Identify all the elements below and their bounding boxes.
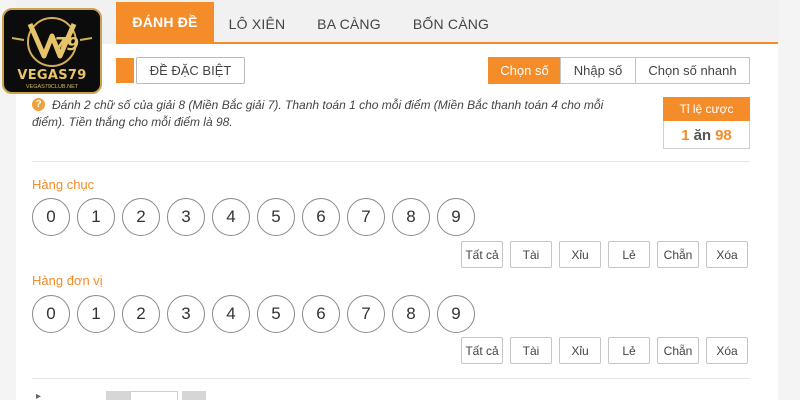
quick-chan-units[interactable]: Chẵn xyxy=(657,337,699,364)
digit-ball-units-9[interactable]: 9 xyxy=(437,295,475,333)
odds-value: 1 ăn 98 xyxy=(664,122,749,149)
digit-ball-tens-7[interactable]: 7 xyxy=(347,198,385,236)
mode-nhap-so[interactable]: Nhập số xyxy=(560,57,636,84)
digit-ball-units-7[interactable]: 7 xyxy=(347,295,385,333)
stepper-increment[interactable] xyxy=(182,391,206,400)
tab-ba-cang[interactable]: BA CÀNG xyxy=(300,6,398,42)
digit-ball-units-4[interactable]: 4 xyxy=(212,295,250,333)
mode-chon-so[interactable]: Chọn số xyxy=(488,57,561,84)
bet-description: Đánh 2 chữ số của giải 8 (Miền Bắc giải … xyxy=(32,98,604,129)
tab-bon-cang[interactable]: BỐN CÀNG xyxy=(398,6,504,42)
quick-xiu-tens[interactable]: Xỉu xyxy=(559,241,601,268)
tab-lo-xien[interactable]: LÔ XIÊN xyxy=(214,6,300,42)
digit-ball-units-6[interactable]: 6 xyxy=(302,295,340,333)
stepper-input[interactable] xyxy=(130,391,178,400)
digit-ball-units-3[interactable]: 3 xyxy=(167,295,205,333)
digit-ball-tens-0[interactable]: 0 xyxy=(32,198,70,236)
digit-ball-tens-6[interactable]: 6 xyxy=(302,198,340,236)
logo-brand-name: VEGAS79 xyxy=(17,68,87,83)
quick-chan-tens[interactable]: Chẵn xyxy=(657,241,699,268)
odds-box: Tỉ lệ cược 1 ăn 98 xyxy=(663,97,750,149)
divider xyxy=(32,161,750,162)
betting-panel: ĐÁNH ĐỀ LÔ XIÊN BA CÀNG BỐN CÀNG ĐỀ ĐẶC … xyxy=(16,0,778,400)
quick-all-tens[interactable]: Tất cả xyxy=(461,241,503,268)
partial-orange-button[interactable] xyxy=(116,58,134,83)
digit-ball-units-1[interactable]: 1 xyxy=(77,295,115,333)
digit-ball-tens-8[interactable]: 8 xyxy=(392,198,430,236)
digit-ball-tens-4[interactable]: 4 xyxy=(212,198,250,236)
odds-title: Tỉ lệ cược xyxy=(663,97,750,121)
quick-le-units[interactable]: Lẻ xyxy=(608,337,650,364)
digit-ball-tens-3[interactable]: 3 xyxy=(167,198,205,236)
quick-clear-units[interactable]: Xóa xyxy=(706,337,748,364)
group-label-hang-don-vi: Hàng đơn vị xyxy=(32,273,103,288)
quick-tai-units[interactable]: Tài xyxy=(510,337,552,364)
logo-site-text: VEGAS79CLUB.NET xyxy=(25,84,79,90)
tab-danh-de[interactable]: ĐÁNH ĐỀ xyxy=(116,2,214,42)
quick-xiu-units[interactable]: Xỉu xyxy=(559,337,601,364)
quick-all-units[interactable]: Tất cả xyxy=(461,337,503,364)
odds-separator: ăn xyxy=(693,127,712,144)
tab-underline xyxy=(116,42,778,44)
digit-ball-tens-1[interactable]: 1 xyxy=(77,198,115,236)
odds-payout: 98 xyxy=(715,127,732,144)
divider-bottom xyxy=(32,378,750,379)
digit-ball-units-5[interactable]: 5 xyxy=(257,295,295,333)
digit-ball-tens-5[interactable]: 5 xyxy=(257,198,295,236)
odds-stake: 1 xyxy=(681,127,690,144)
digit-ball-tens-2[interactable]: 2 xyxy=(122,198,160,236)
quick-tai-tens[interactable]: Tài xyxy=(510,241,552,268)
quick-le-tens[interactable]: Lẻ xyxy=(608,241,650,268)
digit-ball-units-2[interactable]: 2 xyxy=(122,295,160,333)
stepper-decrement[interactable] xyxy=(106,391,130,400)
quick-clear-tens[interactable]: Xóa xyxy=(706,241,748,268)
group-label-hang-chuc: Hàng chục xyxy=(32,177,95,192)
de-dac-biet-button[interactable]: ĐỀ ĐẶC BIỆT xyxy=(136,57,245,84)
vegas79-emblem-icon: 79 xyxy=(11,17,93,67)
mode-chon-so-nhanh[interactable]: Chọn số nhanh xyxy=(635,57,750,84)
digit-ball-tens-9[interactable]: 9 xyxy=(437,198,475,236)
vegas79-logo: 79 VEGAS79 VEGAS79CLUB.NET xyxy=(2,8,102,94)
svg-text:79: 79 xyxy=(54,34,79,55)
digit-ball-units-0[interactable]: 0 xyxy=(32,295,70,333)
digit-ball-units-8[interactable]: 8 xyxy=(392,295,430,333)
arrow-icon: ▸ xyxy=(36,391,42,400)
